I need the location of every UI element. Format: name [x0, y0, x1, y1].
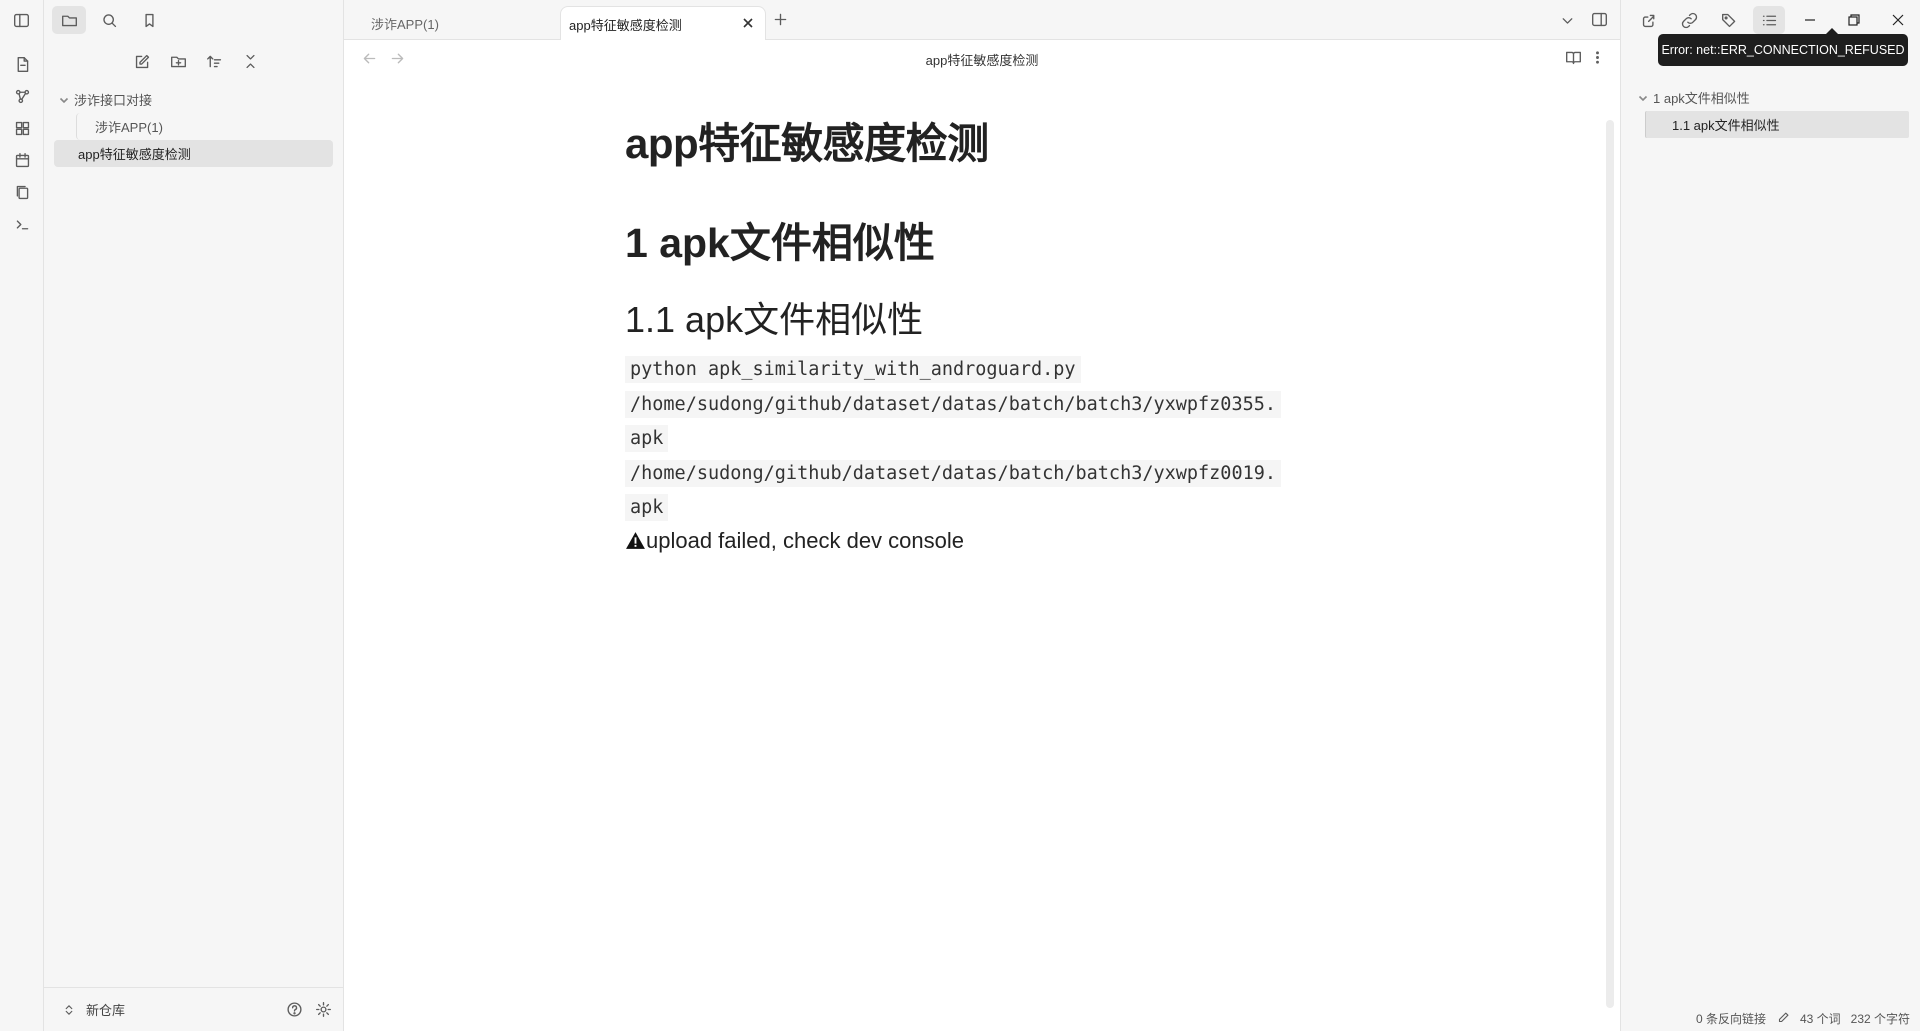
canvas-button[interactable] — [0, 112, 44, 144]
chevron-down-icon — [1559, 12, 1576, 29]
link-out-icon — [1681, 12, 1698, 29]
inline-code: apk — [625, 425, 669, 452]
terminal-icon — [14, 216, 31, 233]
inline-code: python apk_similarity_with_androguard.py — [625, 356, 1081, 383]
outline-panel: 1 apk文件相似性 1.1 apk文件相似性 — [1633, 84, 1909, 138]
note-content[interactable]: app特征敏感度检测 1 apk文件相似性 1.1 apk文件相似性 pytho… — [625, 110, 1345, 554]
inline-code: /home/sudong/github/dataset/datas/batch/… — [625, 459, 1282, 487]
error-tooltip: Error: net::ERR_CONNECTION_REFUSED — [1658, 28, 1908, 66]
inline-code-line: apk — [625, 422, 1345, 457]
calendar-icon — [14, 152, 31, 169]
file-item-selected[interactable]: app特征敏感度检测 — [54, 140, 333, 167]
open-quick-switcher-button[interactable] — [0, 48, 44, 80]
sidebar-right-icon — [1591, 11, 1608, 28]
editor-pane: app特征敏感度检测 app特征敏感度检测 1 apk文件相似性 1.1 apk… — [344, 40, 1620, 1031]
bookmarks-tab[interactable] — [132, 6, 166, 34]
inline-code: /home/sudong/github/dataset/datas/batch/… — [625, 390, 1282, 418]
file-explorer: 涉诈接口对接 涉诈APP(1) app特征敏感度检测 新仓库 — [44, 0, 344, 1031]
right-sidebar: 1 apk文件相似性 1.1 apk文件相似性 0 条反向链接 43 个词 23… — [1620, 0, 1920, 1031]
outgoing-links-tab[interactable] — [1673, 6, 1705, 34]
left-ribbon — [0, 0, 44, 1031]
settings-gear-icon[interactable] — [315, 1001, 332, 1018]
files-tab[interactable] — [52, 6, 86, 34]
inline-code-line: python apk_similarity_with_androguard.py — [625, 353, 1345, 388]
new-note-icon[interactable] — [132, 50, 154, 72]
close-icon — [1892, 14, 1904, 26]
bookmark-icon — [141, 12, 158, 29]
tab-list-dropdown[interactable] — [1559, 12, 1576, 29]
list-icon — [1761, 12, 1778, 29]
grid-icon — [14, 120, 31, 137]
daily-note-button[interactable] — [0, 144, 44, 176]
help-icon[interactable] — [286, 1001, 303, 1018]
file-open-icon — [14, 56, 31, 73]
tab-label: app特征敏感度检测 — [569, 17, 682, 33]
outline-label: 1.1 apk文件相似性 — [1672, 118, 1780, 133]
outline-item-h2[interactable]: 1.1 apk文件相似性 — [1645, 111, 1909, 138]
view-title: app特征敏感度检测 — [925, 53, 1039, 68]
folder-label: 涉诈接口对接 — [74, 93, 153, 108]
vault-name-label: 新仓库 — [86, 1003, 126, 1018]
tab-label: 涉诈APP(1) — [371, 16, 439, 32]
char-count: 232 个字符 — [1850, 1011, 1910, 1026]
copy-icon — [14, 184, 31, 201]
backlinks-count[interactable]: 0 条反向链接 — [1696, 1010, 1766, 1027]
word-count: 43 个词 — [1799, 1011, 1841, 1026]
inline-code-line: apk — [625, 491, 1345, 526]
book-open-icon — [1565, 49, 1582, 66]
more-options-button[interactable] — [1589, 49, 1606, 66]
tags-icon — [1721, 12, 1738, 29]
new-folder-icon[interactable] — [168, 50, 190, 72]
link-in-icon — [1641, 12, 1658, 29]
graph-view-button[interactable] — [0, 80, 44, 112]
outline-label: 1 apk文件相似性 — [1653, 91, 1750, 106]
warning-icon — [625, 530, 646, 551]
new-tab-button[interactable] — [772, 11, 789, 28]
note-title[interactable]: app特征敏感度检测 — [625, 110, 1345, 171]
file-label: app特征敏感度检测 — [78, 147, 191, 162]
collapse-all-icon[interactable] — [240, 50, 262, 72]
inline-code-line: /home/sudong/github/dataset/datas/batch/… — [625, 457, 1345, 492]
toggle-right-sidebar-button[interactable] — [1591, 11, 1608, 28]
templates-button[interactable] — [0, 176, 44, 208]
tab-document-1[interactable]: 涉诈APP(1) — [344, 6, 560, 40]
inline-code: apk — [625, 494, 669, 521]
graph-icon — [14, 88, 31, 105]
minimize-icon — [1804, 14, 1816, 26]
reading-mode-button[interactable] — [1565, 49, 1582, 66]
plus-icon — [772, 11, 789, 28]
heading-2: 1.1 apk文件相似性 — [625, 299, 924, 340]
chevron-down-icon — [54, 94, 74, 106]
folder-icon — [61, 12, 78, 29]
command-palette-button[interactable] — [0, 208, 44, 240]
inline-code-line: /home/sudong/github/dataset/datas/batch/… — [625, 388, 1345, 423]
outline-tab[interactable] — [1753, 6, 1785, 34]
scrollbar[interactable] — [1606, 120, 1614, 1008]
outline-item-h1[interactable]: 1 apk文件相似性 — [1633, 84, 1909, 111]
sort-icon[interactable] — [204, 50, 226, 72]
heading-1: 1 apk文件相似性 — [625, 220, 935, 266]
folder-item[interactable]: 涉诈接口对接 — [54, 86, 333, 113]
file-item[interactable]: 涉诈APP(1) — [76, 113, 333, 140]
restore-icon — [1848, 14, 1860, 26]
warning-text: upload failed, check dev console — [646, 527, 964, 553]
tab-document-2[interactable]: app特征敏感度检测 — [560, 6, 766, 41]
more-vertical-icon — [1589, 49, 1606, 66]
vault-switcher[interactable]: 新仓库 — [62, 1000, 286, 1019]
edit-pencil-icon[interactable] — [1776, 1011, 1790, 1025]
file-label: 涉诈APP(1) — [95, 120, 163, 135]
upload-warning: upload failed, check dev console — [625, 528, 1345, 554]
close-icon[interactable] — [741, 16, 757, 32]
tags-tab[interactable] — [1713, 6, 1745, 34]
chevron-up-down-icon — [62, 1003, 76, 1017]
chevron-down-icon — [1633, 92, 1653, 104]
sidebar-toggle-icon[interactable] — [13, 12, 30, 29]
status-bar: 0 条反向链接 43 个词 232 个字符 — [1685, 1005, 1920, 1031]
search-icon — [101, 12, 118, 29]
search-tab[interactable] — [92, 6, 126, 34]
tab-bar: 涉诈APP(1) app特征敏感度检测 — [344, 0, 1620, 41]
backlinks-tab[interactable] — [1633, 6, 1665, 34]
